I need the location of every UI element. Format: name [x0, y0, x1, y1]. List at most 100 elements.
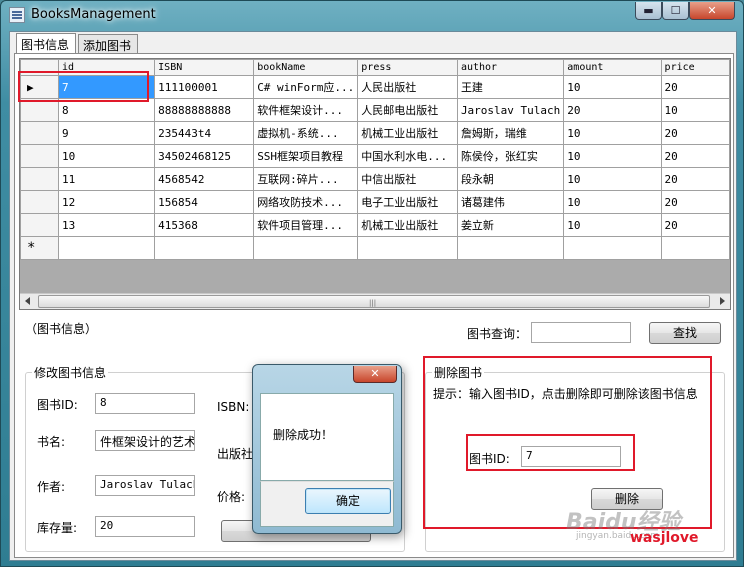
- cell-id[interactable]: 10: [57, 144, 156, 168]
- cell-amount[interactable]: 10: [563, 121, 662, 145]
- cell-price[interactable]: 20: [660, 167, 730, 191]
- cell-price[interactable]: 10: [660, 98, 730, 122]
- cell-id[interactable]: 13: [57, 213, 156, 237]
- cell-amount[interactable]: 10: [563, 144, 662, 168]
- edit-id-input[interactable]: 8: [95, 393, 195, 414]
- cell-isbn[interactable]: 4568542: [154, 167, 255, 191]
- table-row[interactable]: 13 415368 软件项目管理... 机械工业出版社 姜立新 10 20: [20, 213, 730, 237]
- cell-press[interactable]: 中国水利水电...: [357, 144, 458, 168]
- edit-isbn-label: ISBN:: [217, 400, 250, 414]
- cell-press[interactable]: 人民邮电出版社: [357, 98, 458, 122]
- tab-book-info[interactable]: 图书信息: [16, 33, 76, 54]
- new-cell[interactable]: [154, 236, 255, 260]
- search-label: 图书查询：: [467, 327, 528, 341]
- edit-name-label: 书名:: [37, 435, 66, 449]
- cell-amount[interactable]: 10: [563, 167, 662, 191]
- cell-bookname[interactable]: 软件框架设计...: [253, 98, 359, 122]
- cell-author[interactable]: 诸葛建伟: [456, 190, 565, 214]
- cell-price[interactable]: 20: [660, 213, 730, 237]
- cell-isbn[interactable]: 88888888888: [154, 98, 255, 122]
- search-input[interactable]: [531, 322, 631, 343]
- new-row-marker-icon[interactable]: *: [20, 236, 59, 260]
- new-cell[interactable]: [357, 236, 458, 260]
- row-header[interactable]: [20, 121, 59, 145]
- column-header-press[interactable]: press: [357, 59, 458, 76]
- table-row[interactable]: 10 34502468125 SSH框架项目教程 中国水利水电... 陈侯伶，张…: [20, 144, 730, 168]
- cell-id[interactable]: 9: [57, 121, 156, 145]
- dialog-message: 删除成功！: [273, 428, 334, 442]
- cell-author[interactable]: 王建: [456, 75, 565, 99]
- maximize-button[interactable]: ☐: [662, 2, 689, 20]
- new-cell[interactable]: [660, 236, 730, 260]
- table-row[interactable]: 9 235443t4 虚拟机-系统... 机械工业出版社 詹姆斯，瑞维 10 2…: [20, 121, 730, 145]
- cell-author[interactable]: Jaroslav Tulach: [456, 98, 565, 122]
- cell-author[interactable]: 詹姆斯，瑞维: [456, 121, 565, 145]
- annotation-box-delete-id: [466, 434, 635, 471]
- cell-isbn[interactable]: 34502468125: [154, 144, 255, 168]
- cell-bookname[interactable]: 虚拟机-系统...: [253, 121, 359, 145]
- edit-stock-input[interactable]: 20: [95, 516, 195, 537]
- cell-press[interactable]: 机械工业出版社: [357, 121, 458, 145]
- cell-amount[interactable]: 10: [563, 213, 662, 237]
- cell-press[interactable]: 中信出版社: [357, 167, 458, 191]
- new-cell[interactable]: [57, 236, 156, 260]
- cell-press[interactable]: 电子工业出版社: [357, 190, 458, 214]
- tab-add-book[interactable]: 添加图书: [78, 34, 138, 54]
- cell-price[interactable]: 20: [660, 190, 730, 214]
- search-button[interactable]: 查找: [649, 322, 721, 344]
- column-header-bookname[interactable]: bookName: [253, 59, 359, 76]
- scroll-grip-icon: |||: [369, 299, 377, 307]
- edit-name-input[interactable]: 件框架设计的艺术: [95, 430, 195, 451]
- cell-id[interactable]: 12: [57, 190, 156, 214]
- table-row[interactable]: 11 4568542 互联网:碎片... 中信出版社 段永朝 10 20: [20, 167, 730, 191]
- cell-bookname[interactable]: SSH框架项目教程: [253, 144, 359, 168]
- new-cell[interactable]: [563, 236, 662, 260]
- cell-id[interactable]: 11: [57, 167, 156, 191]
- row-header[interactable]: [20, 190, 59, 214]
- title-bar[interactable]: BooksManagement ▬ ☐ ✕: [1, 1, 743, 29]
- new-cell[interactable]: [253, 236, 359, 260]
- cell-isbn[interactable]: 415368: [154, 213, 255, 237]
- cell-bookname[interactable]: 网络攻防技术...: [253, 190, 359, 214]
- dialog-close-button[interactable]: ✕: [353, 366, 397, 383]
- cell-isbn[interactable]: 111100001: [154, 75, 255, 99]
- cell-bookname[interactable]: C# winForm应...: [253, 75, 359, 99]
- horizontal-scrollbar[interactable]: |||: [20, 293, 730, 309]
- column-header-price[interactable]: price: [660, 59, 730, 76]
- success-dialog: ✕ 删除成功！ 确定: [252, 364, 402, 534]
- cell-amount[interactable]: 10: [563, 190, 662, 214]
- scroll-thumb[interactable]: |||: [38, 295, 710, 308]
- cell-price[interactable]: 20: [660, 75, 730, 99]
- edit-book-legend: 修改图书信息: [32, 364, 109, 381]
- row-header[interactable]: [20, 213, 59, 237]
- table-row[interactable]: 12 156854 网络攻防技术... 电子工业出版社 诸葛建伟 10 20: [20, 190, 730, 214]
- new-cell[interactable]: [456, 236, 565, 260]
- cell-isbn[interactable]: 156854: [154, 190, 255, 214]
- row-header[interactable]: [20, 144, 59, 168]
- cell-author[interactable]: 姜立新: [456, 213, 565, 237]
- cell-price[interactable]: 20: [660, 121, 730, 145]
- scroll-right-icon[interactable]: [720, 297, 725, 305]
- cell-amount[interactable]: 20: [563, 98, 662, 122]
- column-header-isbn[interactable]: ISBN: [154, 59, 255, 76]
- cell-bookname[interactable]: 软件项目管理...: [253, 213, 359, 237]
- close-button[interactable]: ✕: [689, 2, 735, 20]
- edit-author-input[interactable]: Jaroslav Tulach: [95, 475, 195, 496]
- edit-stock-label: 库存量:: [37, 521, 78, 535]
- cell-press[interactable]: 人民出版社: [357, 75, 458, 99]
- cell-amount[interactable]: 10: [563, 75, 662, 99]
- cell-author[interactable]: 陈侯伶，张红实: [456, 144, 565, 168]
- dialog-ok-button[interactable]: 确定: [305, 488, 391, 514]
- minimize-button[interactable]: ▬: [635, 2, 662, 20]
- cell-bookname[interactable]: 互联网:碎片...: [253, 167, 359, 191]
- new-row[interactable]: *: [20, 236, 730, 260]
- column-header-amount[interactable]: amount: [563, 59, 662, 76]
- column-header-author[interactable]: author: [456, 59, 565, 76]
- app-icon: [9, 7, 25, 23]
- row-header[interactable]: [20, 167, 59, 191]
- cell-isbn[interactable]: 235443t4: [154, 121, 255, 145]
- scroll-left-icon[interactable]: [25, 297, 30, 305]
- cell-press[interactable]: 机械工业出版社: [357, 213, 458, 237]
- cell-author[interactable]: 段永朝: [456, 167, 565, 191]
- cell-price[interactable]: 20: [660, 144, 730, 168]
